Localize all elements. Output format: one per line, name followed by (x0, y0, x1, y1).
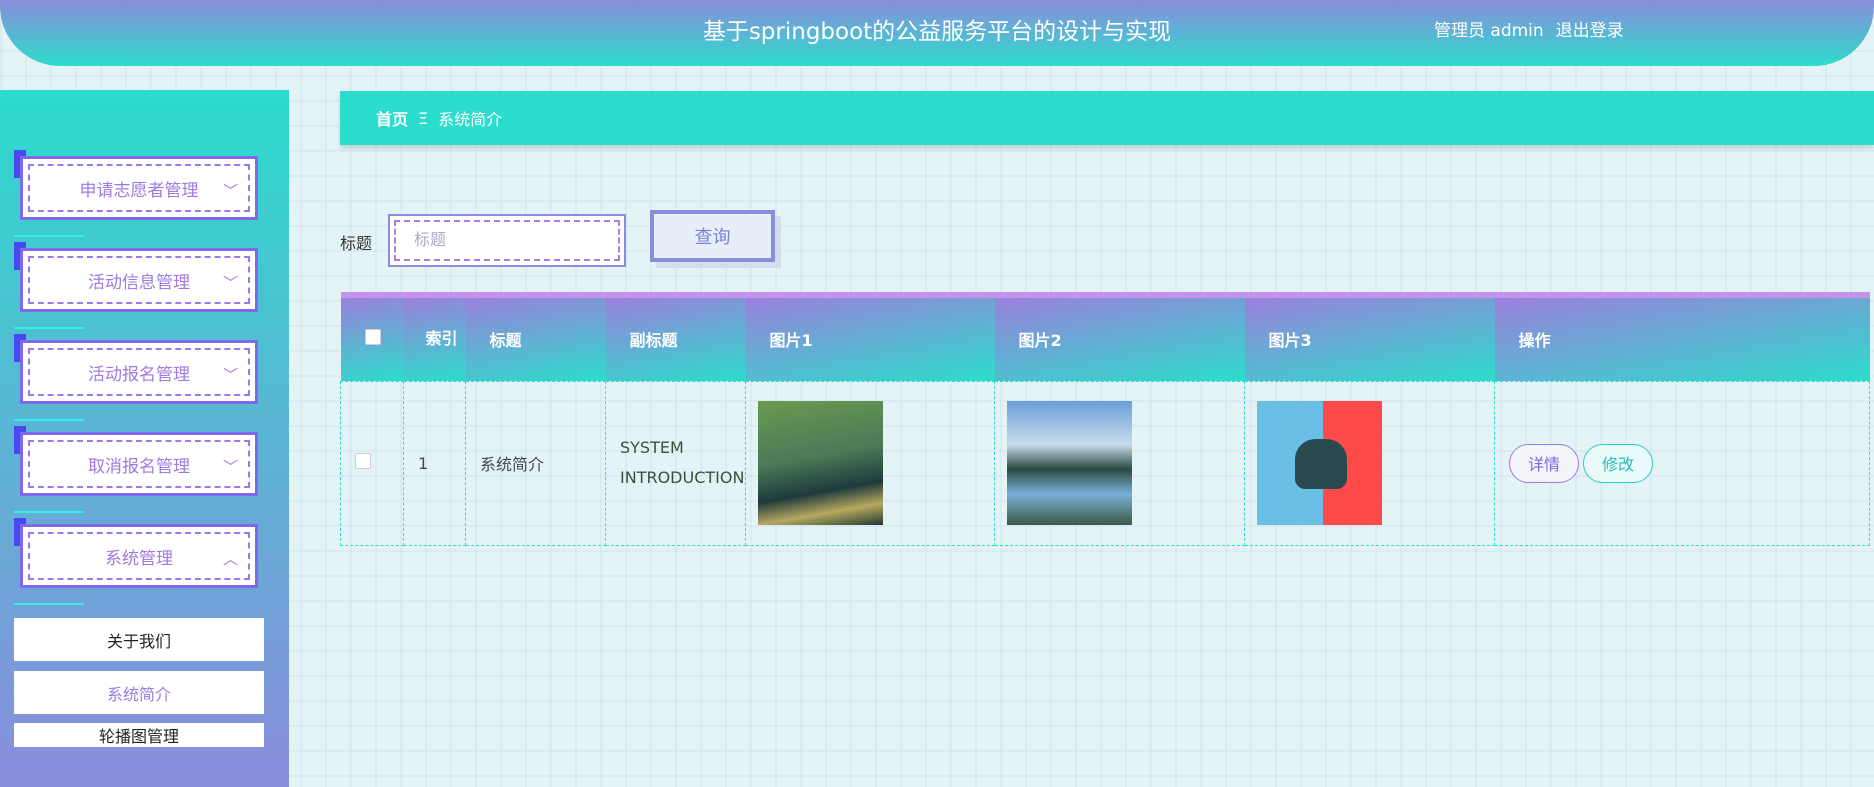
header-actions: 操作 (1494, 295, 1870, 381)
breadcrumb-separator-icon: Ξ (418, 108, 429, 128)
user-area: 管理员 admin 退出登录 (1434, 16, 1636, 41)
menu-volunteer-apply[interactable]: 申请志愿者管理 ﹀ (14, 150, 264, 237)
header-title: 标题 (465, 295, 606, 381)
logout-link[interactable]: 退出登录 (1556, 21, 1624, 41)
header-image2: 图片2 (994, 295, 1245, 381)
image1-thumbnail[interactable] (758, 401, 883, 525)
cell-index: 1 (403, 380, 466, 546)
search-label: 标题 (340, 234, 373, 253)
breadcrumb: 首页 Ξ 系统简介 (340, 91, 1874, 145)
chevron-up-icon: ︿ (222, 550, 238, 568)
submenu-about-us[interactable]: 关于我们 (14, 618, 264, 661)
data-table: 索引 标题 副标题 图片1 图片2 图片3 操作 1 系统简介 SYSTEM I… (340, 292, 1870, 546)
menu-activity-signup[interactable]: 活动报名管理 ﹀ (14, 334, 264, 421)
select-all-checkbox[interactable] (364, 329, 381, 346)
chevron-down-icon: ﹀ (222, 458, 238, 476)
menu-label: 系统管理 (105, 548, 173, 569)
menu-label: 活动信息管理 (88, 272, 190, 293)
chevron-down-icon: ﹀ (222, 182, 238, 200)
menu-label: 活动报名管理 (88, 364, 190, 385)
menu-cancel-signup[interactable]: 取消报名管理 ﹀ (14, 426, 264, 513)
header-index: 索引 (403, 295, 466, 381)
chevron-down-icon: ﹀ (222, 274, 238, 292)
top-header: 基于springboot的公益服务平台的设计与实现 管理员 admin 退出登录 (0, 0, 1874, 66)
title-search-input[interactable] (394, 220, 620, 261)
search-button[interactable]: 查询 (650, 210, 775, 262)
header-subtitle: 副标题 (605, 295, 746, 381)
image3-thumbnail[interactable] (1257, 401, 1382, 525)
detail-button[interactable]: 详情 (1509, 443, 1580, 483)
header-image3: 图片3 (1244, 295, 1495, 381)
table-row: 1 系统简介 SYSTEM INTRODUCTION 详情 修改 (340, 380, 1870, 546)
row-checkbox[interactable] (355, 453, 371, 469)
select-all-header (340, 295, 404, 381)
cell-title: 系统简介 (465, 380, 606, 546)
sidebar: 申请志愿者管理 ﹀ 活动信息管理 ﹀ 活动报名管理 ﹀ 取消报名管理 ﹀ 系统管理 ︿ 关… (0, 90, 289, 787)
submenu-system-intro[interactable]: 系统简介 (14, 671, 264, 714)
breadcrumb-home[interactable]: 首页 (376, 106, 408, 130)
menu-label: 申请志愿者管理 (79, 180, 199, 201)
submenu-carousel[interactable]: 轮播图管理 (14, 723, 264, 747)
menu-label: 取消报名管理 (88, 456, 190, 477)
user-role: 管理员 admin (1434, 21, 1544, 41)
menu-system[interactable]: 系统管理 ︿ (14, 518, 264, 605)
menu-activity-info[interactable]: 活动信息管理 ﹀ (14, 242, 264, 329)
breadcrumb-current: 系统简介 (438, 110, 503, 129)
cell-subtitle: SYSTEM INTRODUCTION (605, 380, 746, 546)
gamepad-icon (1295, 439, 1347, 489)
header-image1: 图片1 (745, 295, 995, 381)
search-input-wrap (388, 214, 626, 267)
chevron-down-icon: ﹀ (222, 366, 238, 384)
table-header-row: 索引 标题 副标题 图片1 图片2 图片3 操作 (340, 295, 1870, 381)
image2-thumbnail[interactable] (1007, 401, 1132, 525)
edit-button[interactable]: 修改 (1583, 443, 1654, 483)
